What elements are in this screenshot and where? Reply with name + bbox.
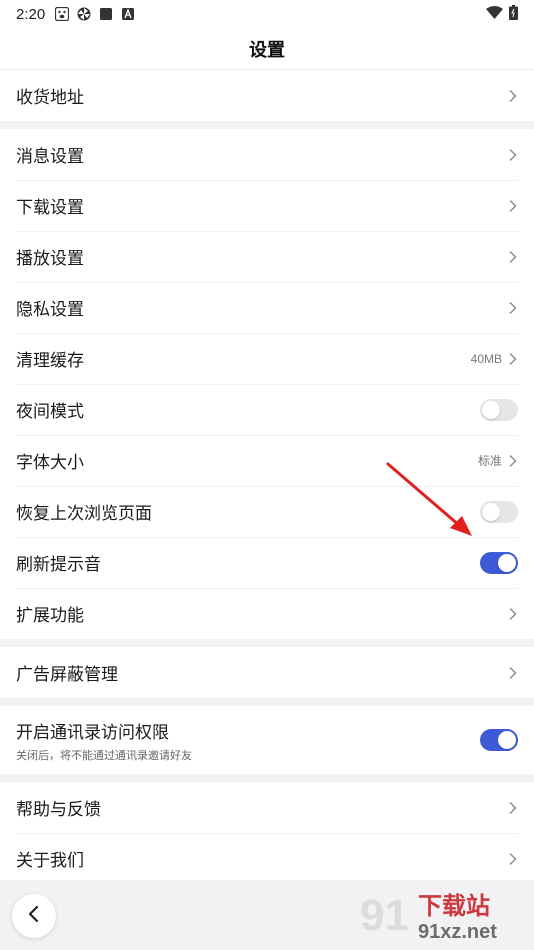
item-label: 广告屏蔽管理 [16,665,118,684]
square-icon [99,7,113,21]
back-button[interactable] [12,894,56,938]
item-label: 恢复上次浏览页面 [16,504,152,523]
restore-last-page-toggle[interactable] [480,500,518,523]
item-label: 帮助与反馈 [16,800,101,819]
message-settings-item[interactable]: 消息设置 [0,129,534,180]
chevron-right-icon [508,801,518,815]
help-group: 帮助与反馈 关于我们 [0,782,534,884]
refresh-sound-item: 刷新提示音 [0,537,534,588]
battery-icon [509,4,518,24]
chevron-right-icon [508,301,518,315]
font-size-value: 标准 [477,454,502,468]
item-label: 下载设置 [16,198,84,217]
chevron-right-icon [508,607,518,621]
a-app-icon [121,7,135,21]
night-mode-item: 夜间模式 [0,384,534,435]
toggle-knob [498,731,516,749]
about-us-item[interactable]: 关于我们 [0,833,534,884]
clear-cache-item[interactable]: 清理缓存 40MB [0,333,534,384]
shipping-address-item[interactable]: 收货地址 [0,70,534,121]
chevron-right-icon [508,352,518,366]
chevron-right-icon [508,148,518,162]
playback-settings-item[interactable]: 播放设置 [0,231,534,282]
night-mode-toggle[interactable] [480,398,518,421]
item-label: 清理缓存 [16,351,84,370]
svg-text:91xz.net: 91xz.net [418,921,497,943]
ads-group: 广告屏蔽管理 [0,647,534,698]
item-label: 字体大小 [16,453,84,472]
toggle-knob [482,400,500,419]
cache-size-value: 40MB [470,351,502,366]
item-label: 刷新提示音 [16,555,101,574]
item-subtitle: 关闭后，将不能通过通讯录邀请好友 [16,749,192,762]
chevron-right-icon [508,852,518,866]
chevron-right-icon [508,89,518,103]
svg-text:91: 91 [360,891,409,940]
wifi-icon [486,5,503,23]
toggle-knob [482,502,500,521]
item-label: 扩展功能 [16,606,84,625]
page-title: 设置 [0,28,534,70]
privacy-settings-item[interactable]: 隐私设置 [0,282,534,333]
download-settings-item[interactable]: 下载设置 [0,180,534,231]
contacts-group: 开启通讯录访问权限 关闭后，将不能通过通讯录邀请好友 [0,706,534,774]
font-size-item[interactable]: 字体大小 标准 [0,435,534,486]
item-label: 夜间模式 [16,402,84,421]
ad-block-management-item[interactable]: 广告屏蔽管理 [0,647,534,698]
chevron-right-icon [508,250,518,264]
extensions-item[interactable]: 扩展功能 [0,588,534,639]
item-label: 隐私设置 [16,300,84,319]
toggle-knob [498,553,516,572]
item-label: 开启通讯录访问权限 [16,722,169,742]
help-feedback-item[interactable]: 帮助与反馈 [0,782,534,833]
refresh-sound-toggle[interactable] [480,551,518,574]
baidu-paw-icon [55,7,70,21]
status-time: 2:20 [16,5,46,23]
main-settings-group: 消息设置 下载设置 播放设置 隐私设置 清理缓存 40MB 夜间模式 字体大小 … [0,129,534,639]
item-label: 收货地址 [16,88,84,107]
item-label: 关于我们 [16,851,84,870]
status-bar: 2:20 [0,0,534,28]
item-label: 播放设置 [16,249,84,268]
contacts-permission-item: 开启通讯录访问权限 关闭后，将不能通过通讯录邀请好友 [0,706,534,774]
watermark-logo: 91 下载站 91xz.net [360,891,497,943]
chevron-right-icon [508,666,518,680]
pinwheel-icon [77,7,91,21]
item-label: 消息设置 [16,147,84,166]
chevron-right-icon [508,199,518,213]
address-group: 收货地址 [0,70,534,121]
contacts-permission-toggle[interactable] [480,729,518,751]
chevron-right-icon [508,454,518,468]
svg-text:下载站: 下载站 [418,892,490,920]
back-arrow-icon [27,905,41,928]
restore-last-page-item: 恢复上次浏览页面 [0,486,534,537]
